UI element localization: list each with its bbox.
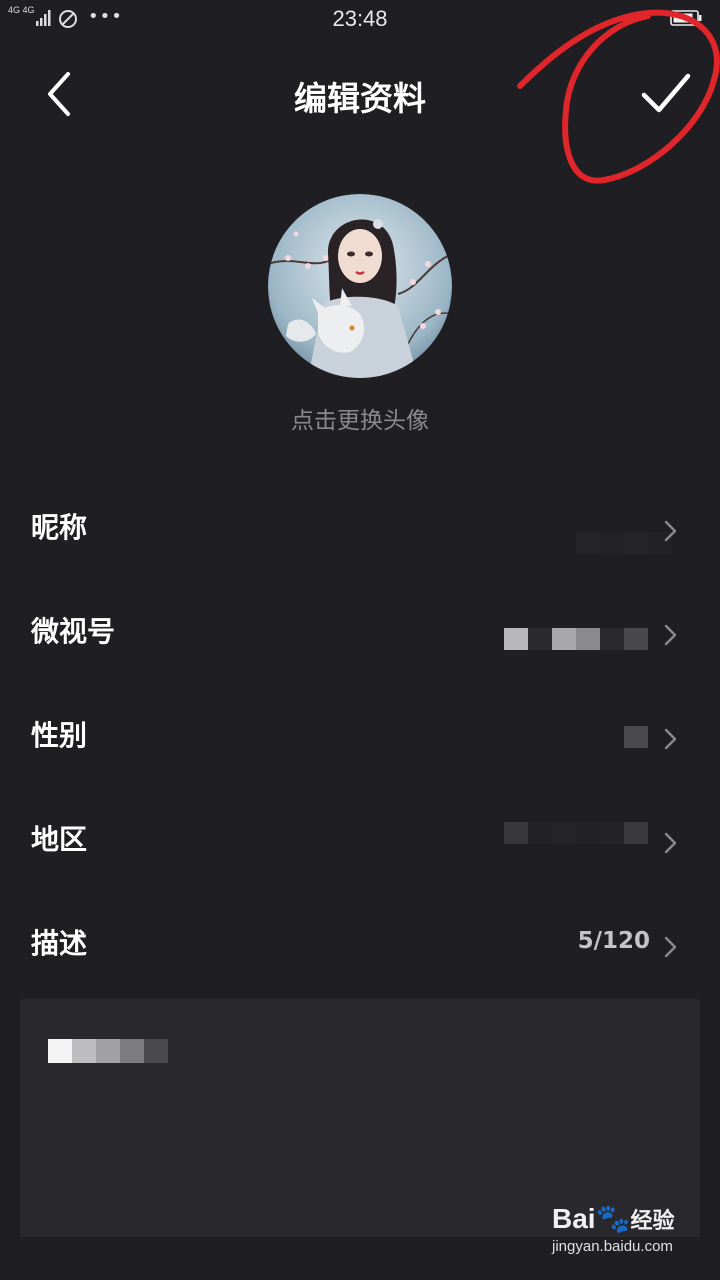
field-row-weishi-id[interactable]: 微视号 [0,584,720,688]
page-title: 编辑资料 [294,79,426,118]
change-avatar-label[interactable]: 点击更换头像 [291,408,429,434]
avatar[interactable] [268,194,452,378]
field-row-region[interactable]: 地区 [0,792,720,896]
confirm-check-button[interactable] [632,68,702,120]
field-row-description[interactable]: 描述 5/120 [0,896,720,1000]
back-button[interactable] [30,66,90,122]
description-char-count: 5/120 [577,928,650,954]
chevron-right-icon [664,936,677,958]
field-label-nickname: 昵称 [31,511,88,544]
blurred-description-text [48,1039,168,1063]
watermark-url: jingyan.baidu.com [552,1238,673,1255]
chevron-right-icon [664,520,677,542]
blurred-value-region [504,822,648,844]
blurred-value-nickname [576,532,672,554]
blurred-value-weishi-id [504,628,648,650]
blurred-value-gender [624,726,648,748]
page-title-wrap: 编辑资料 [0,72,720,120]
status-bar: 4G 4G ••• 23:48 [0,0,720,38]
nav-bar: 编辑资料 [0,38,720,148]
baidu-jingyan-watermark: Bai🐾经验 jingyan.baidu.com [552,1202,702,1266]
chevron-right-icon [664,624,677,646]
avatar-illustration [268,194,452,378]
watermark-brand-suffix: 经验 [630,1208,675,1233]
field-label-description: 描述 [31,927,88,960]
field-label-gender: 性别 [31,719,88,752]
status-time: 23:48 [332,6,388,31]
field-label-region: 地区 [31,823,88,856]
field-row-gender[interactable]: 性别 [0,688,720,792]
change-avatar-hint: 点击更换头像 [0,401,720,435]
field-row-nickname[interactable]: 昵称 [0,480,720,584]
watermark-brand: Bai [552,1203,596,1234]
paw-icon: 🐾 [595,1203,631,1234]
chevron-right-icon [664,832,677,854]
battery-icon [670,10,702,26]
chevron-right-icon [664,728,677,750]
field-label-weishi-id: 微视号 [31,615,116,648]
